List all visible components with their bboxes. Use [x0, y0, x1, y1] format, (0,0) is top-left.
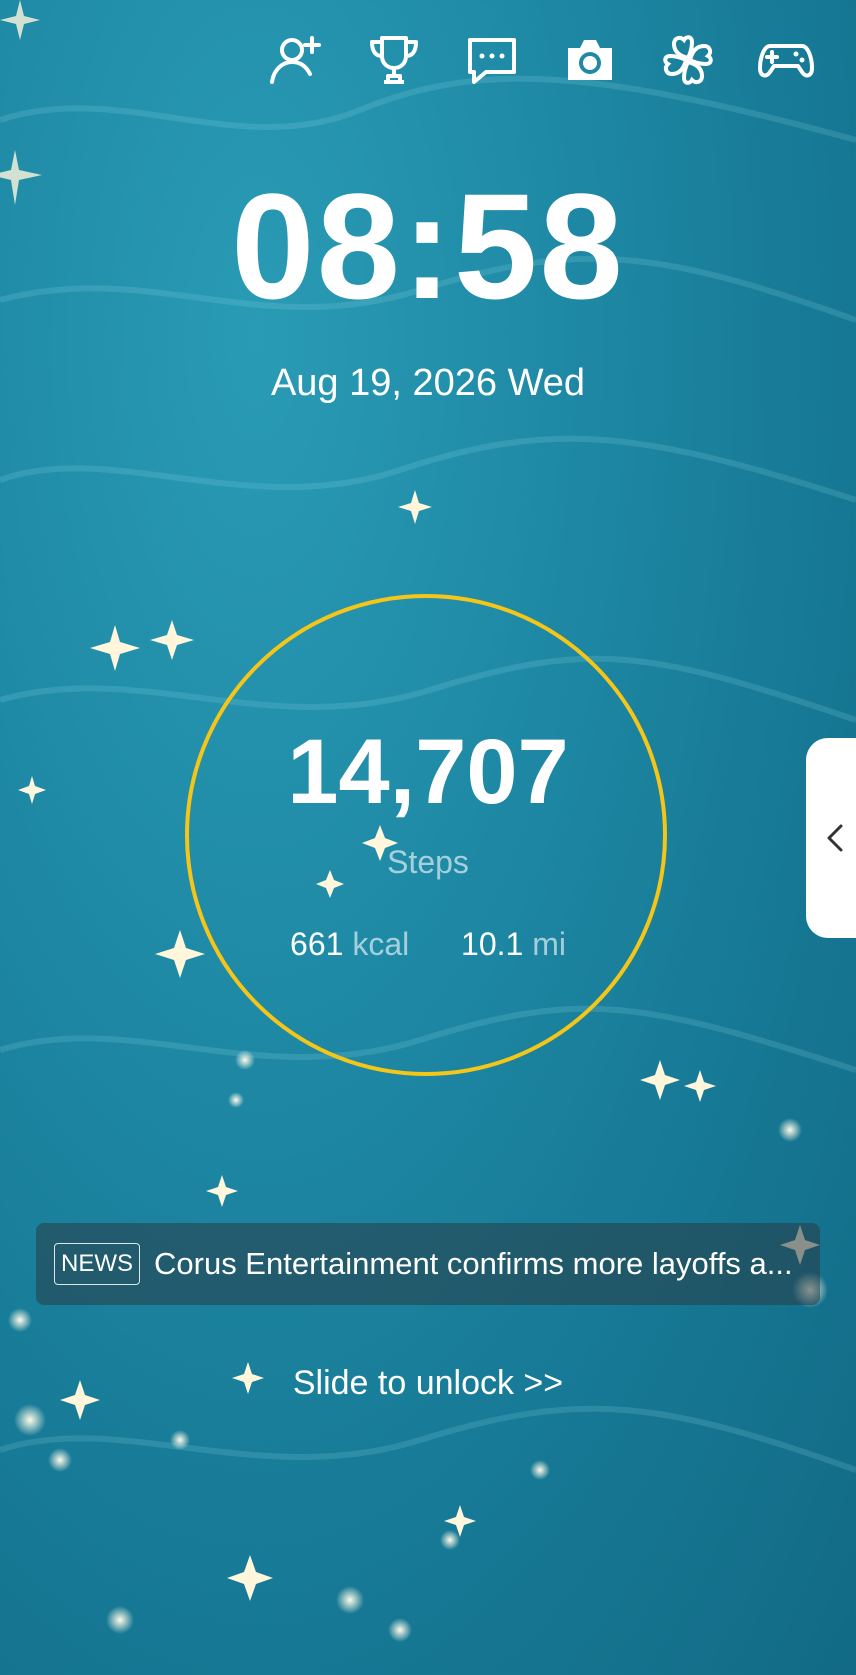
lock-date: Aug 19, 2026 Wed	[270, 362, 586, 404]
steps-count: 14,707	[287, 721, 569, 823]
slide-to-unlock[interactable]: Slide to unlock >>	[0, 1364, 856, 1403]
lock-clock: 08:58	[231, 162, 625, 330]
chat-icon[interactable]	[462, 30, 522, 90]
clover-icon[interactable]	[658, 30, 718, 90]
shortcut-bar	[266, 30, 816, 90]
trophy-icon[interactable]	[364, 30, 424, 90]
gamepad-icon[interactable]	[756, 30, 816, 90]
steps-progress-ring[interactable]	[185, 594, 667, 1076]
distance-value: 10.1	[461, 926, 524, 962]
news-headline[interactable]: Corus Entertainment confirms more layoff…	[154, 1246, 794, 1282]
chevron-left-icon	[827, 824, 843, 852]
steps-label: Steps	[387, 844, 469, 880]
distance-unit: mi	[532, 926, 566, 962]
camera-icon[interactable]	[560, 30, 620, 90]
side-panel-handle[interactable]	[806, 738, 856, 938]
news-ticker[interactable]: NEWS Corus Entertainment confirms more l…	[36, 1223, 820, 1305]
news-badge: NEWS	[54, 1243, 140, 1285]
kcal-value: 661	[290, 926, 344, 962]
activity-metrics: 661 kcal 10.1 mi	[0, 926, 856, 963]
add-friend-icon[interactable]	[266, 30, 326, 90]
kcal-unit: kcal	[352, 926, 410, 962]
